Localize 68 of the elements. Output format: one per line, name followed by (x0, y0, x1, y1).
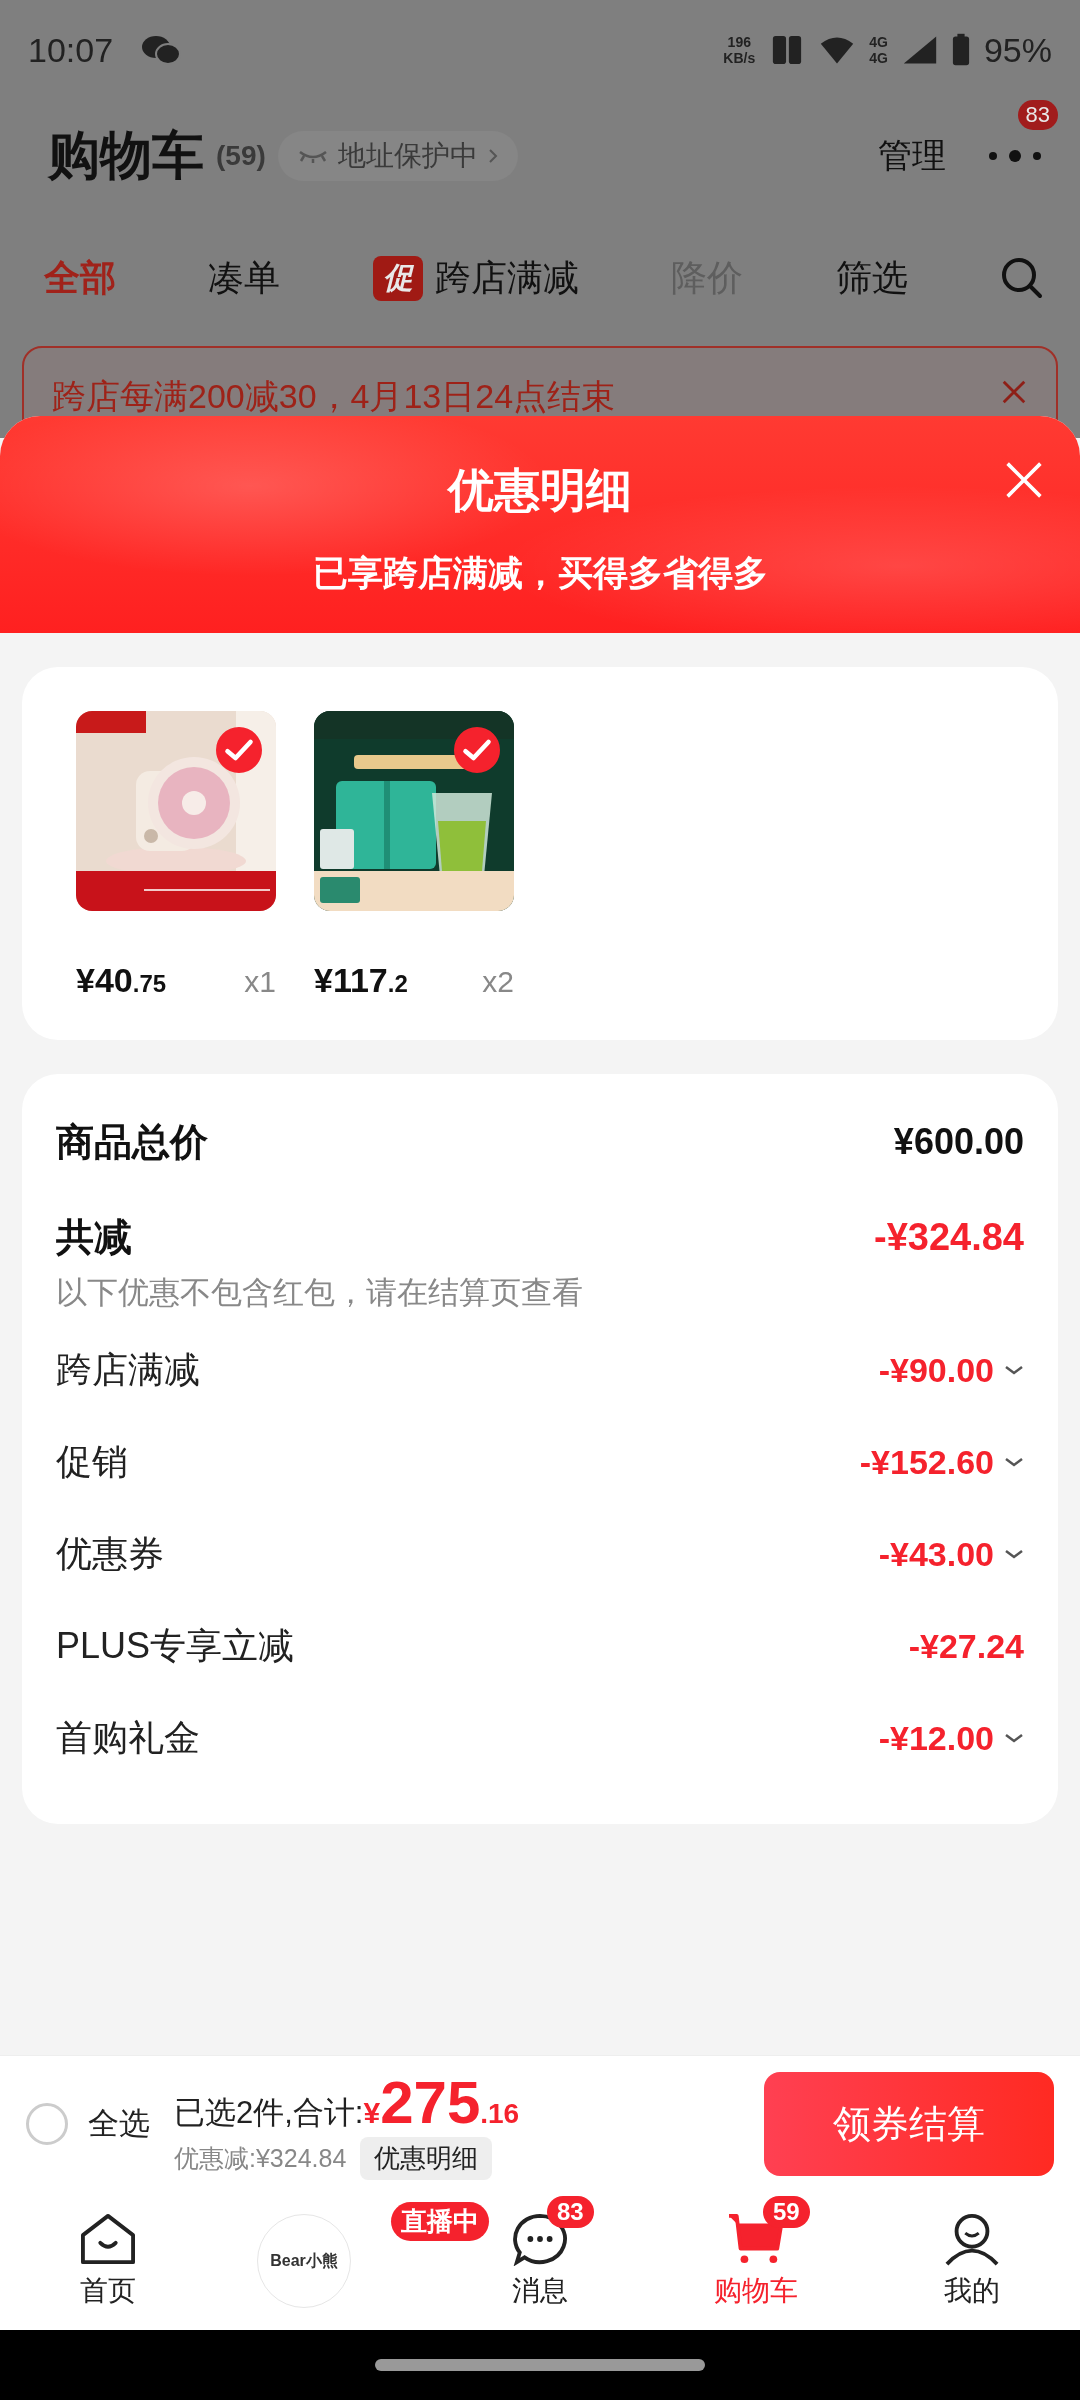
page-title: 购物车 (48, 125, 204, 186)
chevron-down-icon[interactable] (1004, 1732, 1024, 1744)
nav-label[interactable]: 我的 (944, 2272, 1000, 2310)
filter-tab[interactable]: 促 跨店满减 (372, 253, 579, 303)
address-protection-chip[interactable]: 地址保护中 (277, 131, 518, 181)
close-icon[interactable] (1004, 460, 1044, 500)
battery-percent: 95% (983, 30, 1052, 70)
signal-icon (901, 34, 938, 66)
saved-amount: 优惠减:¥324.84 (174, 2143, 347, 2174)
product-quantity: x2 (482, 965, 514, 999)
nav-badge: 59 (763, 2196, 810, 2228)
discount-detail-button[interactable]: 优惠明细 (360, 2137, 493, 2180)
reduction-value: -¥324.84 (874, 1215, 1024, 1259)
discount-amount: -¥12.00 (878, 1718, 994, 1758)
promo-badge: 促 (372, 255, 423, 301)
network-type: 4G (869, 50, 888, 66)
nav-label[interactable]: 首页 (80, 2272, 136, 2310)
discount-amount: -¥43.00 (878, 1534, 994, 1574)
profile-icon[interactable] (943, 2212, 1001, 2266)
sheet-subtitle: 已享跨店满减，买得多省得多 (312, 552, 768, 594)
manage-button[interactable]: 管理 (878, 133, 946, 179)
product-quantity: x1 (244, 965, 276, 999)
discount-label: 首购礼金 (56, 1715, 200, 1760)
search-icon[interactable] (999, 256, 1044, 300)
filter-tab[interactable]: 凑单 (208, 253, 281, 303)
select-all-label[interactable]: 全选 (88, 2103, 150, 2145)
nav-badge: 直播中 (391, 2202, 489, 2241)
discount-label: 优惠券 (56, 1531, 164, 1576)
status-time: 10:07 (28, 30, 114, 70)
cart-count: (59) (216, 140, 266, 172)
checkbox[interactable] (216, 727, 262, 773)
discount-label: PLUS专享立减 (56, 1623, 295, 1668)
closed-eye-icon (297, 148, 328, 164)
notification-badge: 83 (1017, 100, 1058, 130)
chevron-down-icon[interactable] (1004, 1364, 1024, 1376)
reduction-label: 共减 (56, 1214, 132, 1260)
net-speed-unit: KB/s (723, 50, 756, 66)
nav-label[interactable]: 购物车 (714, 2272, 798, 2310)
total-value: ¥600.00 (893, 1121, 1024, 1163)
discount-amount: -¥27.24 (908, 1626, 1024, 1666)
discount-amount: -¥90.00 (878, 1350, 994, 1390)
filter-tab[interactable]: 筛选 (835, 253, 908, 303)
chevron-right-icon (487, 148, 498, 164)
checkbox[interactable] (454, 727, 500, 773)
net-speed: 196 (727, 34, 751, 50)
reduction-note: 以下优惠不包含红包，请在结算页查看 (56, 1274, 584, 1312)
nav-badge: 83 (547, 2196, 594, 2228)
promo-banner-text: 跨店每满200减30，4月13日24点结束 (52, 376, 617, 417)
discount-amount: -¥152.60 (859, 1442, 994, 1482)
discount-label: 促销 (56, 1439, 128, 1484)
select-all-radio[interactable] (26, 2103, 68, 2145)
nav-label[interactable]: 消息 (512, 2272, 568, 2310)
more-icon[interactable] (988, 149, 1042, 163)
chevron-down-icon[interactable] (1004, 1456, 1024, 1468)
wifi-icon (819, 34, 856, 66)
discount-label: 跨店满减 (56, 1347, 200, 1392)
battery-icon (951, 33, 970, 67)
chevron-down-icon[interactable] (1004, 1548, 1024, 1560)
sheet-title: 优惠明细 (448, 463, 632, 518)
checkout-button[interactable]: 领券结算 (764, 2072, 1054, 2176)
product-price: ¥40.75 (76, 961, 167, 1000)
total-label: 商品总价 (56, 1119, 208, 1165)
chat-bubbles-icon (141, 34, 182, 66)
total-price: ¥275.16 (363, 2068, 520, 2137)
selected-summary: 已选2件,合计: (174, 2094, 364, 2132)
product-price: ¥117.2 (314, 961, 408, 1000)
network-type: 4G (869, 34, 888, 50)
home-icon[interactable] (79, 2212, 137, 2266)
